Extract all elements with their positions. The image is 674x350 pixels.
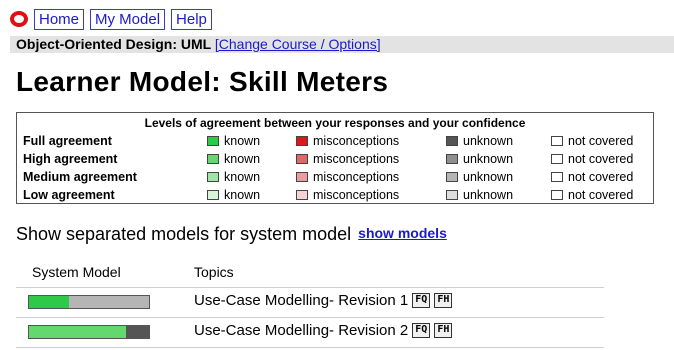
logo-icon: [10, 11, 28, 27]
legend-row: Full agreement known misconceptions unknown…: [23, 133, 649, 149]
fq-button[interactable]: FQ: [412, 293, 431, 308]
skill-meter-segment: [29, 296, 69, 308]
legend-swatch: [207, 136, 219, 146]
legend-swatch: [296, 190, 308, 200]
legend-item: not covered: [551, 151, 633, 167]
legend-item: unknown: [446, 187, 513, 203]
separated-models-line: Show separated models for system model s…: [16, 224, 447, 245]
legend-row: Medium agreement known misconceptions unkno…: [23, 169, 649, 185]
divider: [16, 317, 604, 318]
column-header-topics: Topics: [194, 264, 234, 280]
legend-item-label: misconceptions: [313, 152, 400, 166]
legend-item-label: not covered: [568, 134, 634, 148]
divider: [16, 347, 604, 348]
legend-item-label: not covered: [568, 170, 634, 184]
separated-models-text: Show separated models for system model: [16, 224, 352, 244]
legend-item: misconceptions: [296, 151, 399, 167]
legend-level-label: Low agreement: [23, 188, 115, 202]
skill-meter-segment: [126, 326, 149, 338]
legend-item-label: not covered: [568, 152, 634, 166]
legend-swatch: [296, 136, 308, 146]
topic-row: Use-Case Modelling- Revision 1 FQ FH: [194, 292, 453, 309]
legend-title: Levels of agreement between your respons…: [144, 116, 526, 130]
help-button[interactable]: Help: [171, 8, 212, 30]
my-model-button[interactable]: My Model: [90, 8, 166, 30]
legend-swatch: [446, 154, 458, 164]
legend-item: known: [207, 187, 260, 203]
fh-button[interactable]: FH: [434, 323, 453, 338]
legend-swatch: [207, 172, 219, 182]
legend-item: misconceptions: [296, 187, 399, 203]
legend-item: not covered: [551, 133, 633, 149]
legend-item: known: [207, 151, 260, 167]
column-header-system-model: System Model: [32, 264, 121, 280]
legend-swatch: [207, 154, 219, 164]
legend-item-label: misconceptions: [313, 170, 400, 184]
legend-swatch: [551, 172, 563, 182]
page: Home My Model Help Object-Oriented Desig…: [0, 0, 674, 350]
legend-item-label: misconceptions: [313, 188, 400, 202]
legend-item: known: [207, 169, 260, 185]
legend-item: unknown: [446, 151, 513, 167]
topic-label: Use-Case Modelling- Revision 2: [194, 322, 409, 339]
legend-item: unknown: [446, 169, 513, 185]
legend-swatch: [446, 172, 458, 182]
legend-item: not covered: [551, 169, 633, 185]
legend-level-label: High agreement: [23, 152, 118, 166]
skill-meter: [28, 325, 150, 339]
legend-item: not covered: [551, 187, 633, 203]
legend-item: unknown: [446, 133, 513, 149]
legend-item-label: unknown: [463, 188, 514, 202]
course-name: Object-Oriented Design: UML: [16, 36, 211, 52]
legend-item-label: not covered: [568, 188, 634, 202]
legend-item-label: unknown: [463, 152, 514, 166]
fq-button[interactable]: FQ: [412, 323, 431, 338]
legend-item-label: unknown: [463, 170, 514, 184]
legend-swatch: [551, 154, 563, 164]
fh-button[interactable]: FH: [434, 293, 453, 308]
home-button[interactable]: Home: [34, 8, 85, 30]
page-title: Learner Model: Skill Meters: [16, 66, 389, 97]
legend-row: High agreement known misconceptions unknown…: [23, 151, 649, 167]
show-models-link[interactable]: show models: [358, 225, 447, 241]
legend-level-label: Full agreement: [23, 134, 112, 148]
agreement-legend: Levels of agreement between your respons…: [16, 112, 654, 204]
change-course-link[interactable]: [Change Course / Options]: [215, 36, 381, 52]
topic-row: Use-Case Modelling- Revision 2 FQ FH: [194, 322, 453, 339]
divider: [16, 287, 604, 288]
top-nav: Home My Model Help: [10, 8, 212, 30]
legend-item-label: known: [224, 152, 261, 166]
legend-item-label: known: [224, 188, 261, 202]
legend-row: Low agreement known misconceptions unknown n…: [23, 187, 649, 203]
skill-meter-segment: [29, 326, 127, 338]
legend-swatch: [551, 190, 563, 200]
legend-swatch: [296, 154, 308, 164]
legend-level-label: Medium agreement: [23, 170, 137, 184]
legend-item: known: [207, 133, 260, 149]
legend-item-label: known: [224, 134, 261, 148]
course-bar: Object-Oriented Design: UML [Change Cour…: [10, 36, 674, 53]
legend-swatch: [207, 190, 219, 200]
legend-swatch: [446, 136, 458, 146]
legend-swatch: [551, 136, 563, 146]
skill-meter: [28, 295, 150, 309]
legend-item: misconceptions: [296, 169, 399, 185]
legend-item-label: unknown: [463, 134, 514, 148]
skill-meter-segment: [68, 296, 149, 308]
legend-swatch: [446, 190, 458, 200]
legend-item-label: misconceptions: [313, 134, 400, 148]
legend-item-label: known: [224, 170, 261, 184]
legend-swatch: [296, 172, 308, 182]
topic-label: Use-Case Modelling- Revision 1: [194, 292, 409, 309]
legend-item: misconceptions: [296, 133, 399, 149]
